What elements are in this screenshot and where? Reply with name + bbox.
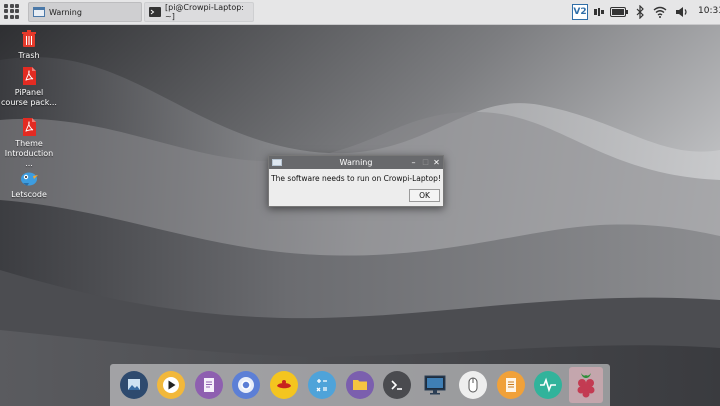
bluetooth-icon[interactable] (636, 5, 644, 19)
task-terminal[interactable]: [pi@Crowpi-Laptop: ~] (144, 2, 254, 22)
wifi-icon[interactable] (653, 6, 667, 18)
window-icon (33, 7, 45, 17)
battery-icon[interactable] (610, 7, 628, 17)
mouse-icon[interactable] (459, 371, 487, 399)
vnc-icon[interactable]: V2 (572, 4, 588, 20)
file-manager-icon[interactable] (346, 371, 374, 399)
task-label: [pi@Crowpi-Laptop: ~] (165, 3, 244, 21)
pdf-icon (23, 118, 36, 136)
top-panel: Warning [pi@Crowpi-Laptop: ~] V2 10:33 (0, 0, 720, 25)
warning-dialog: Warning – □ ✕ The software needs to run … (268, 155, 444, 207)
raspberry-icon[interactable] (569, 367, 603, 403)
trash-icon (22, 30, 36, 47)
desktop-icon-theme-introduction[interactable]: Theme Introduction ... (1, 118, 57, 169)
desktop-icon-label: Theme Introduction ... (4, 139, 54, 168)
image-viewer-icon[interactable] (120, 371, 148, 399)
monitor-icon[interactable] (421, 371, 449, 399)
dialog-titlebar[interactable]: Warning – □ ✕ (269, 156, 443, 169)
desktop-icon-trash[interactable]: Trash (1, 30, 57, 61)
clock[interactable]: 10:33 (698, 6, 720, 16)
desktop-icon-letscode[interactable]: Letscode (1, 169, 57, 200)
ok-button[interactable]: OK (409, 189, 440, 202)
desktop-icon-label: Trash (18, 51, 40, 60)
close-button[interactable]: ✕ (431, 156, 442, 169)
chromium-icon[interactable] (232, 371, 260, 399)
maximize-button[interactable]: □ (420, 156, 431, 169)
document-viewer-icon[interactable] (497, 371, 525, 399)
task-warning[interactable]: Warning (28, 2, 142, 22)
terminal-icon (149, 7, 161, 17)
desktop-icon-label: PiPanel course pack... (1, 88, 57, 107)
terminal-icon[interactable] (383, 371, 411, 399)
desktop-icon-pipanel[interactable]: PiPanel course pack... (1, 67, 57, 108)
calculator-icon[interactable] (308, 371, 336, 399)
genie-lamp-icon[interactable] (270, 371, 298, 399)
minimize-button[interactable]: – (408, 156, 419, 169)
app-menu-icon[interactable] (4, 4, 19, 19)
task-label: Warning (49, 7, 82, 17)
audio-switch-icon[interactable] (594, 8, 604, 16)
volume-icon[interactable] (675, 6, 689, 18)
text-editor-icon[interactable] (195, 371, 223, 399)
media-player-icon[interactable] (157, 371, 185, 399)
pdf-icon (23, 67, 36, 85)
system-monitor-icon[interactable] (534, 371, 562, 399)
desktop-icon-label: Letscode (11, 190, 47, 199)
letscode-bird-icon (21, 172, 38, 186)
dialog-message: The software needs to run on Crowpi-Lapt… (271, 174, 441, 183)
